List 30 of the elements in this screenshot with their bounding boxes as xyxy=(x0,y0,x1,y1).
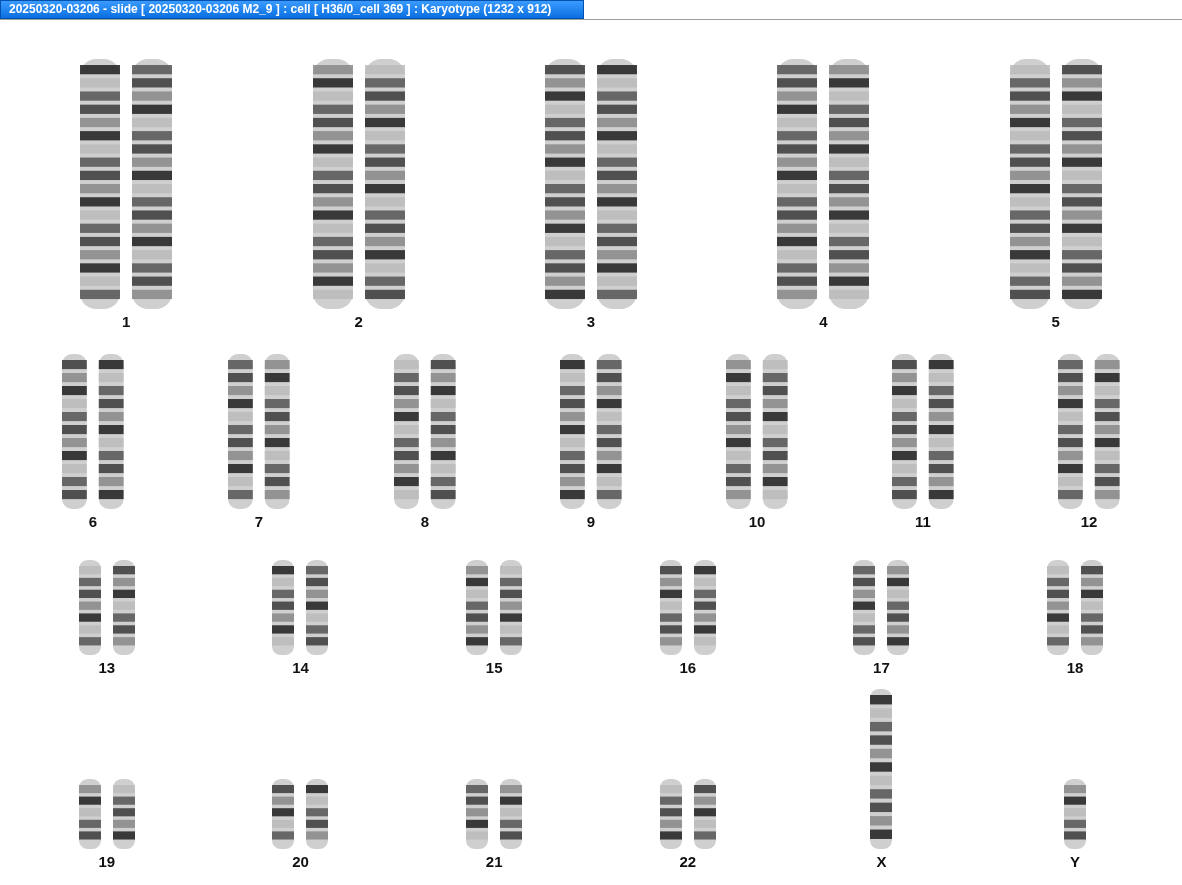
chromosome-label: 9 xyxy=(586,513,596,530)
chromosome-pair-drawing xyxy=(659,779,716,849)
chromosome-label: 18 xyxy=(1066,659,1084,676)
chromosome-label: 3 xyxy=(586,313,596,330)
chromosome-drawing xyxy=(1064,779,1087,849)
chromosome-label: 5 xyxy=(1051,313,1060,330)
chromosome-label: 15 xyxy=(485,659,503,676)
chromosome-label: 8 xyxy=(420,513,430,530)
chromosome-label: 16 xyxy=(679,659,697,676)
chromosome-label: 20 xyxy=(292,853,309,870)
chromosome-label: 11 xyxy=(915,513,931,530)
chromosome-pair-drawing xyxy=(78,779,135,849)
chromosome-pair-drawing xyxy=(272,779,329,849)
chromosome-label: 6 xyxy=(88,513,98,530)
chromosome-label: 1 xyxy=(122,313,131,330)
chromosome-label: 4 xyxy=(819,313,828,330)
chromosome-label: 2 xyxy=(354,313,363,330)
chromosome-label: 12 xyxy=(1080,513,1098,530)
chromosome-pair-drawing xyxy=(466,779,523,849)
chromosome-label: 21 xyxy=(485,853,503,870)
chromosome-label: 19 xyxy=(98,853,116,870)
chromosome-label: Y xyxy=(1070,853,1081,870)
chromosome-label: 10 xyxy=(748,513,766,530)
chromosome-label: 17 xyxy=(873,659,890,676)
chromosome-label: 13 xyxy=(98,659,116,676)
window-title: 20250320-03206 - slide [ 20250320-03206 M2_9 ] : cell [ H36/0_cell 369 ] : Karyotype (1232 x 912) xyxy=(0,0,584,19)
chromosome-label: 14 xyxy=(292,659,309,676)
chromosome-label: X xyxy=(876,853,887,870)
chromosome-label: 7 xyxy=(254,513,264,530)
chromosome-label: 22 xyxy=(679,853,697,870)
